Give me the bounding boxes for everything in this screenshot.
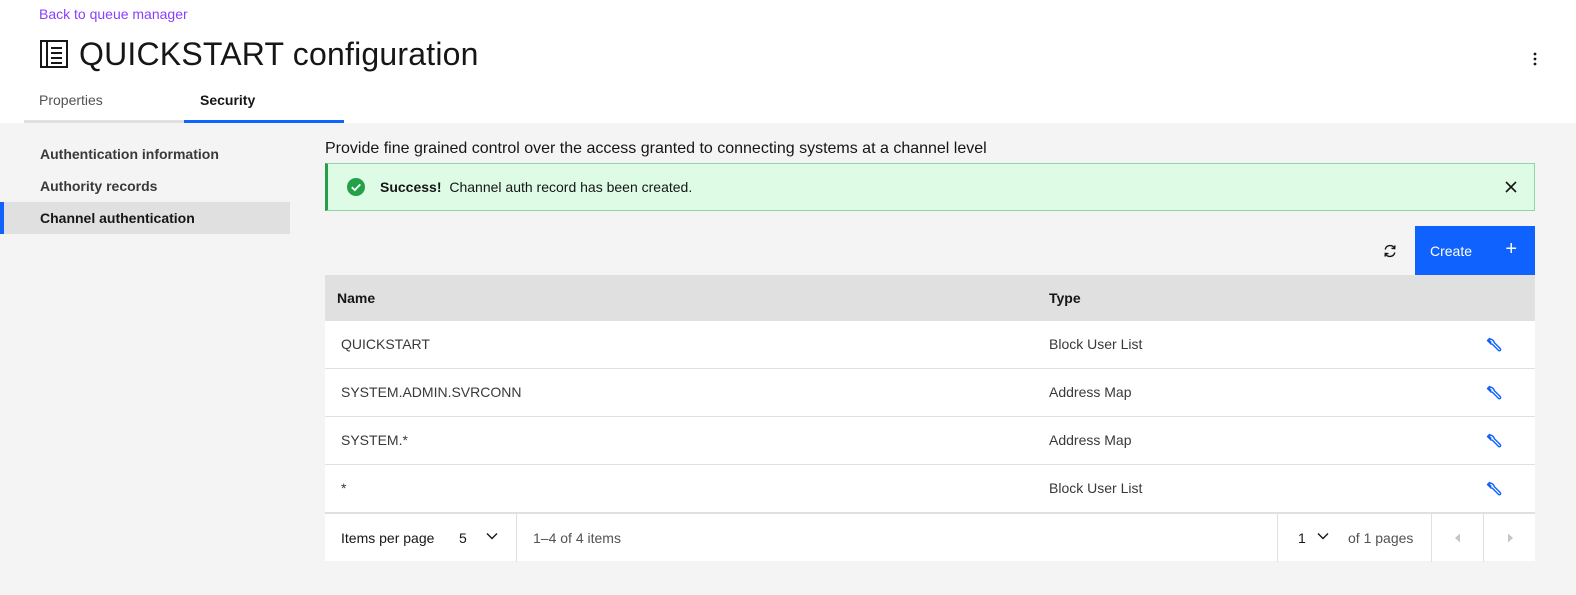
notification-close-button[interactable] (1502, 178, 1520, 196)
cell-type: Block User List (1049, 480, 1143, 496)
table-row[interactable]: SYSTEM.* Address Map (325, 417, 1535, 465)
cell-type: Block User List (1049, 336, 1143, 352)
cell-name: QUICKSTART (341, 336, 430, 352)
refresh-button[interactable] (1375, 236, 1405, 266)
refresh-icon (1384, 244, 1396, 258)
notification-message: Channel auth record has been created. (449, 179, 693, 195)
channel-auth-table: Name Type QUICKSTART Block User List SYS… (325, 275, 1535, 513)
page-title: QUICKSTART configuration (79, 35, 479, 72)
cell-type: Address Map (1049, 432, 1132, 448)
table-header: Name Type (325, 275, 1535, 321)
title-row: QUICKSTART configuration (39, 35, 479, 73)
page-header: Back to queue manager QUICKSTART configu… (0, 0, 1576, 123)
overflow-menu-vertical-icon (1533, 52, 1537, 66)
wrench-icon[interactable] (1483, 479, 1503, 499)
checkmark-filled-icon (347, 178, 365, 196)
notification-title: Success! (380, 179, 442, 195)
create-button[interactable]: Create + (1415, 226, 1535, 275)
items-per-page-value: 5 (459, 530, 467, 546)
cell-type: Address Map (1049, 384, 1132, 400)
back-to-queue-manager-link[interactable]: Back to queue manager (39, 6, 188, 22)
pagination-range: 1–4 of 4 items (533, 530, 621, 546)
tab-security[interactable]: Security (184, 78, 344, 123)
total-pages-text: of 1 pages (1348, 530, 1414, 546)
overflow-menu-button[interactable] (1520, 44, 1550, 74)
pagination: Items per page 5 1–4 of 4 items 1 of 1 p… (325, 513, 1536, 562)
tab-properties[interactable]: Properties (24, 78, 184, 123)
column-header-type[interactable]: Type (1049, 290, 1081, 306)
tab-list: Properties Security (24, 78, 344, 123)
section-description: Provide fine grained control over the ac… (325, 140, 987, 157)
side-navigation: Authentication information Authority rec… (0, 138, 290, 234)
current-page-value: 1 (1298, 530, 1306, 546)
previous-page-button[interactable] (1432, 514, 1484, 562)
next-page-button[interactable] (1484, 514, 1536, 562)
chevron-down-icon (486, 533, 498, 540)
page-number-select[interactable]: 1 (1295, 522, 1335, 554)
caret-left-icon (1455, 533, 1460, 543)
pagination-divider (1277, 514, 1278, 562)
table-row[interactable]: SYSTEM.ADMIN.SVRCONN Address Map (325, 369, 1535, 417)
table-row[interactable]: QUICKSTART Block User List (325, 321, 1535, 369)
chevron-down-icon (1317, 533, 1329, 540)
column-header-name[interactable]: Name (337, 290, 375, 306)
create-button-label: Create (1430, 242, 1473, 259)
cell-name: SYSTEM.* (341, 432, 408, 448)
close-icon (1505, 181, 1517, 193)
wrench-icon[interactable] (1483, 431, 1503, 451)
success-notification: Success! Channel auth record has been cr… (325, 163, 1535, 211)
sidebar-item-authority-records[interactable]: Authority records (0, 170, 290, 202)
items-per-page-select[interactable]: 5 (459, 522, 505, 554)
add-icon: + (1505, 238, 1517, 260)
cell-name: * (341, 480, 347, 496)
sidebar-item-authentication-information[interactable]: Authentication information (0, 138, 290, 170)
wrench-icon[interactable] (1483, 383, 1503, 403)
pagination-divider (516, 514, 517, 562)
cell-name: SYSTEM.ADMIN.SVRCONN (341, 384, 522, 400)
table-row[interactable]: * Block User List (325, 465, 1535, 513)
notification-text: Success! Channel auth record has been cr… (380, 179, 692, 195)
items-per-page-label: Items per page (341, 530, 435, 546)
caret-right-icon (1508, 533, 1513, 543)
document-icon (40, 40, 68, 68)
sidebar-item-channel-authentication[interactable]: Channel authentication (0, 202, 290, 234)
table-toolbar: Create + (325, 226, 1535, 275)
wrench-icon[interactable] (1483, 335, 1503, 355)
